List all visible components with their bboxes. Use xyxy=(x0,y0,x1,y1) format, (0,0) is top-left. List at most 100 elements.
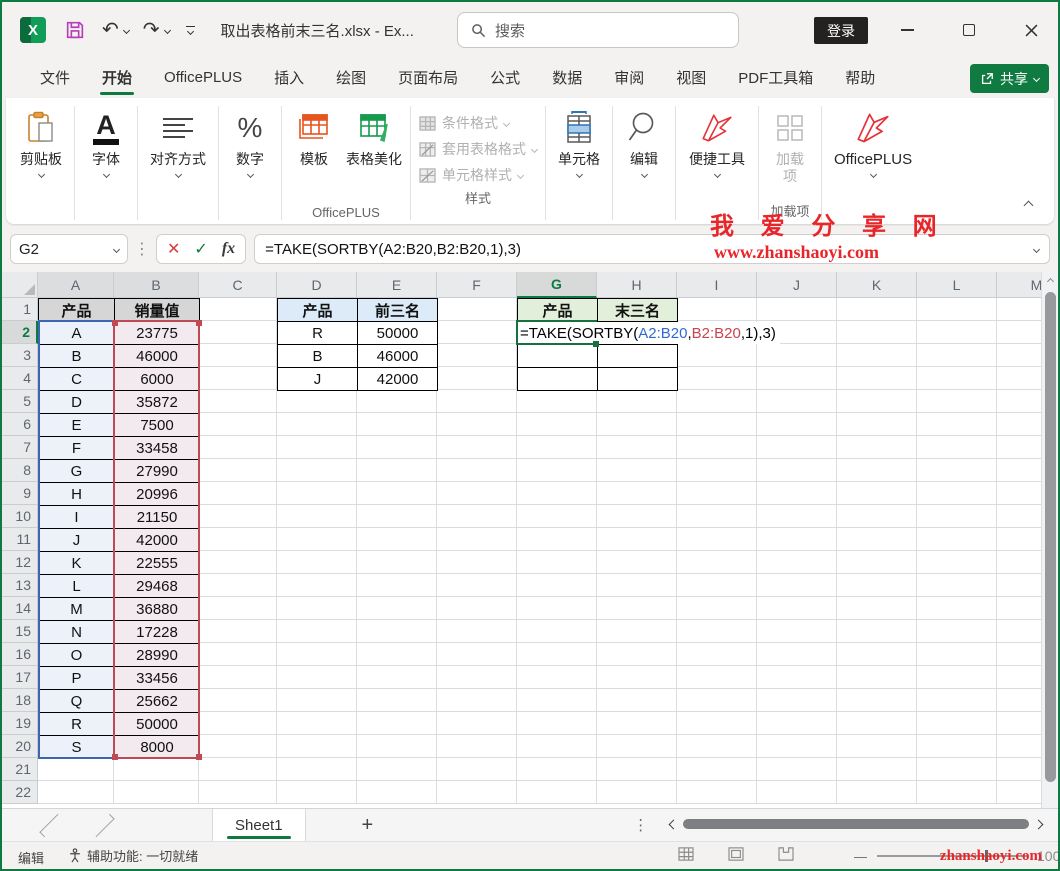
cell-A15[interactable]: N xyxy=(38,620,115,644)
cell-A18[interactable]: Q xyxy=(38,689,115,713)
cell-E2[interactable]: 50000 xyxy=(357,321,438,345)
column-header-A[interactable]: A xyxy=(38,272,114,298)
tab-开始[interactable]: 开始 xyxy=(86,59,148,97)
cell-G1[interactable]: 产品 xyxy=(517,298,598,322)
cell-A3[interactable]: B xyxy=(38,344,115,368)
format-as-table-button[interactable]: 套用表格格式 xyxy=(419,136,537,162)
page-layout-icon[interactable] xyxy=(728,847,744,861)
prev-sheet-icon[interactable] xyxy=(39,813,62,836)
cell-G3[interactable] xyxy=(517,344,598,368)
tab-PDF工具箱[interactable]: PDF工具箱 xyxy=(722,59,829,97)
tab-插入[interactable]: 插入 xyxy=(258,59,320,97)
normal-view-icon[interactable] xyxy=(678,847,694,861)
cell-B11[interactable]: 42000 xyxy=(114,528,200,552)
table-beautify-button[interactable]: 表格美化 xyxy=(342,102,408,205)
row-header-5[interactable]: 5 xyxy=(2,390,38,413)
undo-button[interactable]: ↶ xyxy=(102,20,129,40)
row-header-9[interactable]: 9 xyxy=(2,482,38,505)
maximize-button[interactable] xyxy=(946,2,992,58)
horizontal-scroll-thumb[interactable] xyxy=(683,819,1029,829)
row-header-2[interactable]: 2 xyxy=(2,321,38,344)
cell-D2[interactable]: R xyxy=(277,321,358,345)
scroll-left-icon[interactable] xyxy=(669,819,679,829)
sheet-tab-sheet1[interactable]: Sheet1 xyxy=(212,809,306,842)
cell-D4[interactable]: J xyxy=(277,367,358,391)
cell-B15[interactable]: 17228 xyxy=(114,620,200,644)
tab-视图[interactable]: 视图 xyxy=(660,59,722,97)
vertical-scrollbar[interactable] xyxy=(1041,272,1058,808)
row-header-8[interactable]: 8 xyxy=(2,459,38,482)
cell-B18[interactable]: 25662 xyxy=(114,689,200,713)
zoom-out-icon[interactable]: — xyxy=(854,849,867,864)
page-break-icon[interactable] xyxy=(778,847,794,861)
cell-B2[interactable]: 23775 xyxy=(114,321,200,345)
column-header-B[interactable]: B xyxy=(114,272,199,298)
cancel-icon[interactable]: ✕ xyxy=(167,239,180,259)
row-header-14[interactable]: 14 xyxy=(2,597,38,620)
cell-B6[interactable]: 7500 xyxy=(114,413,200,437)
cell-B12[interactable]: 22555 xyxy=(114,551,200,575)
cell-A4[interactable]: C xyxy=(38,367,115,391)
cell-A9[interactable]: H xyxy=(38,482,115,506)
cell-A5[interactable]: D xyxy=(38,390,115,414)
save-icon[interactable] xyxy=(64,19,86,41)
cell-B10[interactable]: 21150 xyxy=(114,505,200,529)
row-header-11[interactable]: 11 xyxy=(2,528,38,551)
redo-button[interactable]: ↷ xyxy=(143,20,170,40)
formula-bar-expand-icon[interactable] xyxy=(1033,245,1040,252)
tab-页面布局[interactable]: 页面布局 xyxy=(382,59,474,97)
row-header-17[interactable]: 17 xyxy=(2,666,38,689)
vertical-scroll-thumb[interactable] xyxy=(1045,292,1056,782)
officeplus-button[interactable]: OfficePLUS xyxy=(824,102,922,224)
number-button[interactable]: % 数字 xyxy=(221,102,279,224)
row-header-7[interactable]: 7 xyxy=(2,436,38,459)
cell-E4[interactable]: 42000 xyxy=(357,367,438,391)
cell-styles-button[interactable]: 单元格样式 xyxy=(419,162,537,188)
cell-E1[interactable]: 前三名 xyxy=(357,298,438,322)
cell-B8[interactable]: 27990 xyxy=(114,459,200,483)
row-header-13[interactable]: 13 xyxy=(2,574,38,597)
cell-A2[interactable]: A xyxy=(38,321,115,345)
cell-A7[interactable]: F xyxy=(38,436,115,460)
tab-数据[interactable]: 数据 xyxy=(536,59,598,97)
clipboard-button[interactable]: 剪贴板 xyxy=(10,102,72,224)
row-header-21[interactable]: 21 xyxy=(2,758,38,781)
cell-A20[interactable]: S xyxy=(38,735,115,759)
tab-文件[interactable]: 文件 xyxy=(24,59,86,97)
formula-input[interactable]: =TAKE(SORTBY(A2:B20,B2:B20,1),3) xyxy=(254,234,1050,264)
alignment-button[interactable]: 对齐方式 xyxy=(140,102,216,224)
row-header-18[interactable]: 18 xyxy=(2,689,38,712)
search-input[interactable]: 搜索 xyxy=(457,12,739,48)
row-header-6[interactable]: 6 xyxy=(2,413,38,436)
cell-A11[interactable]: J xyxy=(38,528,115,552)
handy-tools-button[interactable]: 便捷工具 xyxy=(678,102,756,224)
template-button[interactable]: 模板 xyxy=(284,102,342,205)
horizontal-scrollbar[interactable] xyxy=(670,814,1042,834)
tab-审阅[interactable]: 审阅 xyxy=(598,59,660,97)
cell-B7[interactable]: 33458 xyxy=(114,436,200,460)
row-header-4[interactable]: 4 xyxy=(2,367,38,390)
redo-dropdown-icon[interactable] xyxy=(163,26,170,33)
quick-access-more-icon[interactable] xyxy=(186,26,195,35)
row-header-10[interactable]: 10 xyxy=(2,505,38,528)
tab-公式[interactable]: 公式 xyxy=(474,59,536,97)
share-button[interactable]: 共享 xyxy=(970,64,1049,93)
scroll-right-icon[interactable] xyxy=(1034,819,1044,829)
add-sheet-button[interactable]: + xyxy=(362,814,374,837)
column-header-C[interactable]: C xyxy=(199,272,277,298)
cell-E3[interactable]: 46000 xyxy=(357,344,438,368)
cell-A17[interactable]: P xyxy=(38,666,115,690)
conditional-format-button[interactable]: 条件格式 xyxy=(419,110,537,136)
insert-function-icon[interactable]: fx xyxy=(222,240,235,258)
cell-H3[interactable] xyxy=(597,344,678,368)
column-header-I[interactable]: I xyxy=(677,272,757,298)
next-sheet-icon[interactable] xyxy=(91,813,114,836)
cell-A8[interactable]: G xyxy=(38,459,115,483)
cell-A12[interactable]: K xyxy=(38,551,115,575)
cell-B17[interactable]: 33456 xyxy=(114,666,200,690)
cell-B9[interactable]: 20996 xyxy=(114,482,200,506)
zoom-slider[interactable] xyxy=(877,855,1027,857)
cell-A16[interactable]: O xyxy=(38,643,115,667)
cell-A13[interactable]: L xyxy=(38,574,115,598)
column-header-G[interactable]: G xyxy=(517,272,597,298)
